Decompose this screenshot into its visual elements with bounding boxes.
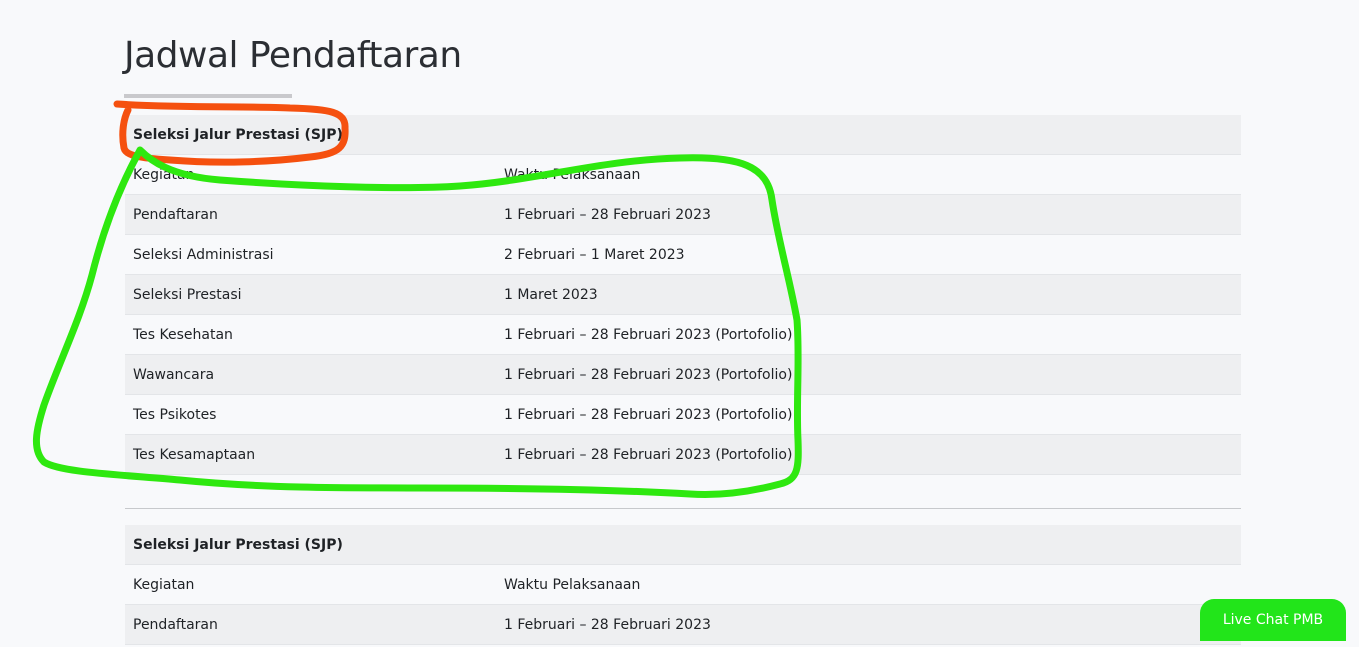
section-divider bbox=[125, 508, 1241, 509]
table-row: Pendaftaran 1 Februari – 28 Februari 202… bbox=[125, 195, 1241, 235]
page-title: Jadwal Pendaftaran bbox=[124, 35, 462, 76]
time-cell: 2 Februari – 1 Maret 2023 bbox=[504, 246, 685, 263]
table-header-title: Seleksi Jalur Prestasi (SJP) bbox=[133, 536, 343, 553]
schedule-table-sjp: Seleksi Jalur Prestasi (SJP) Kegiatan Wa… bbox=[125, 115, 1241, 475]
time-cell: 1 Februari – 28 Februari 2023 bbox=[504, 206, 711, 223]
activity-cell: Tes Kesehatan bbox=[133, 326, 233, 343]
schedule-table-sjp-2: Seleksi Jalur Prestasi (SJP) Kegiatan Wa… bbox=[125, 525, 1241, 645]
table-header-row: Seleksi Jalur Prestasi (SJP) bbox=[125, 525, 1241, 565]
table-row: Seleksi Prestasi 1 Maret 2023 bbox=[125, 275, 1241, 315]
activity-cell: Pendaftaran bbox=[133, 616, 218, 633]
table-row: Seleksi Administrasi 2 Februari – 1 Mare… bbox=[125, 235, 1241, 275]
column-waktu: Waktu Pelaksanaan bbox=[504, 576, 641, 593]
table-row: Pendaftaran 1 Februari – 28 Februari 202… bbox=[125, 605, 1241, 645]
table-row: Tes Psikotes 1 Februari – 28 Februari 20… bbox=[125, 395, 1241, 435]
table-header-row: Seleksi Jalur Prestasi (SJP) bbox=[125, 115, 1241, 155]
column-kegiatan: Kegiatan bbox=[133, 576, 195, 593]
time-cell: 1 Februari – 28 Februari 2023 (Portofoli… bbox=[504, 366, 793, 383]
table-row: Tes Kesamaptaan 1 Februari – 28 Februari… bbox=[125, 435, 1241, 475]
activity-cell: Wawancara bbox=[133, 366, 215, 383]
column-waktu: Waktu Pelaksanaan bbox=[504, 166, 641, 183]
table-column-row: Kegiatan Waktu Pelaksanaan bbox=[125, 565, 1241, 605]
activity-cell: Tes Psikotes bbox=[133, 406, 217, 423]
live-chat-button[interactable]: Live Chat PMB bbox=[1200, 599, 1346, 641]
title-underline bbox=[124, 94, 292, 98]
table-row: Tes Kesehatan 1 Februari – 28 Februari 2… bbox=[125, 315, 1241, 355]
table-column-row: Kegiatan Waktu Pelaksanaan bbox=[125, 155, 1241, 195]
activity-cell: Seleksi Administrasi bbox=[133, 246, 274, 263]
time-cell: 1 Februari – 28 Februari 2023 bbox=[504, 616, 711, 633]
time-cell: 1 Februari – 28 Februari 2023 (Portofoli… bbox=[504, 326, 793, 343]
activity-cell: Tes Kesamaptaan bbox=[133, 446, 256, 463]
table-header-title: Seleksi Jalur Prestasi (SJP) bbox=[133, 126, 343, 143]
time-cell: 1 Februari – 28 Februari 2023 (Portofoli… bbox=[504, 406, 793, 423]
time-cell: 1 Februari – 28 Februari 2023 (Portofoli… bbox=[504, 446, 793, 463]
column-kegiatan: Kegiatan bbox=[133, 166, 195, 183]
table-row: Wawancara 1 Februari – 28 Februari 2023 … bbox=[125, 355, 1241, 395]
activity-cell: Pendaftaran bbox=[133, 206, 218, 223]
page: Jadwal Pendaftaran Seleksi Jalur Prestas… bbox=[0, 0, 1359, 647]
activity-cell: Seleksi Prestasi bbox=[133, 286, 242, 303]
time-cell: 1 Maret 2023 bbox=[504, 286, 598, 303]
